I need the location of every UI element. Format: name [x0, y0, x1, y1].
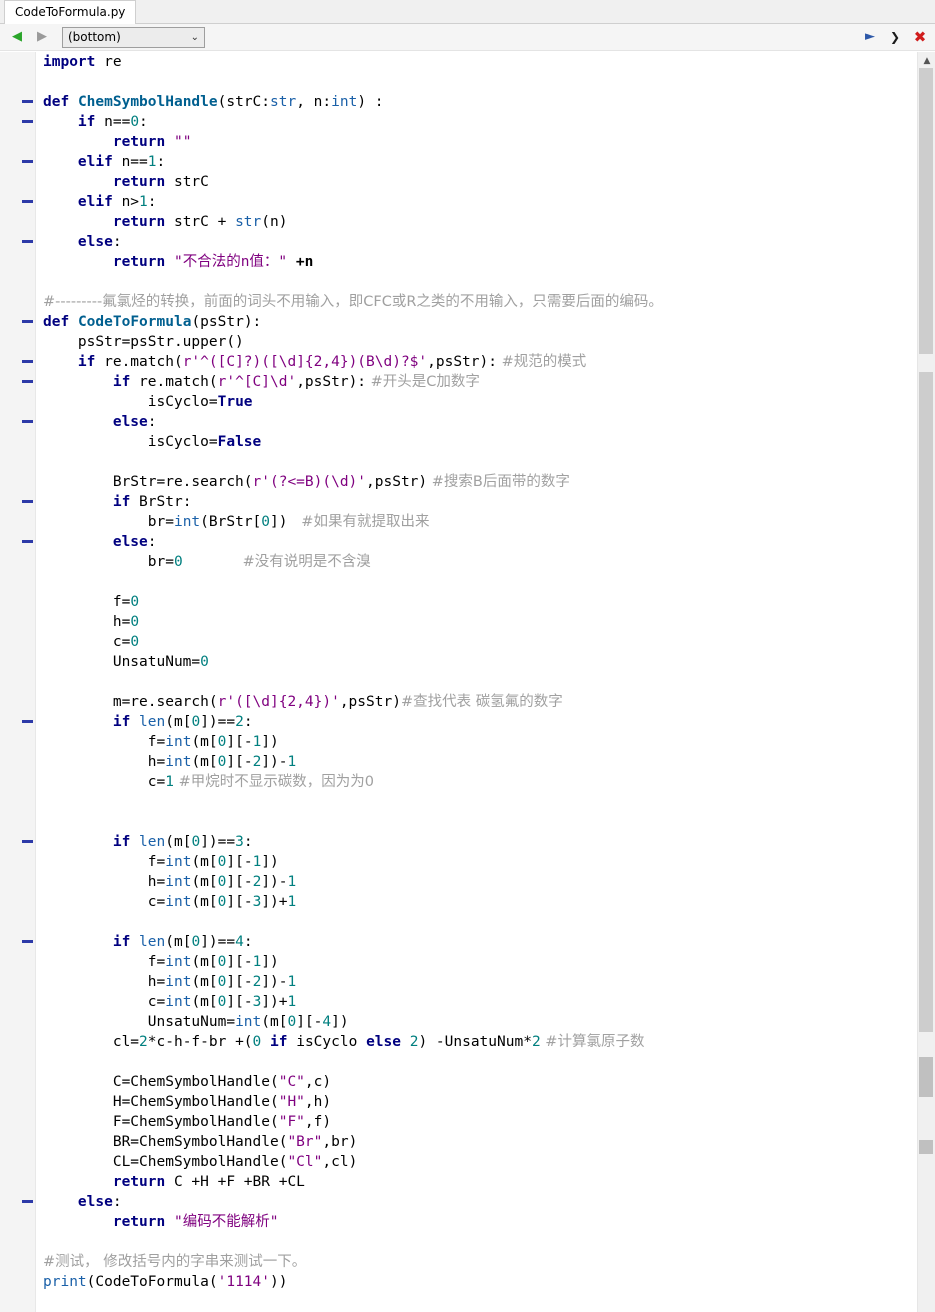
scroll-marker — [919, 1140, 933, 1154]
scroll-track-region — [919, 372, 933, 1032]
editor-toolbar: ◀ ▶ (bottom) ⌄ ► ❯ ✖ — [0, 24, 935, 51]
code-line: isCyclo=True — [147, 394, 253, 410]
code-line: if re.match(r'^[C]\d',psStr): #开头是C加数字 — [112, 374, 480, 390]
tab-bar: CodeToFormula.py — [0, 0, 935, 24]
code-line: isCyclo=False — [147, 434, 262, 450]
code-line: h=int(m[0][-2])-1 — [147, 974, 297, 990]
code-line: elif n>1: — [77, 194, 157, 210]
code-line: else: — [112, 534, 157, 550]
fold-marker[interactable] — [22, 940, 33, 943]
code-line: elif n==1: — [77, 154, 166, 170]
code-line: #---------氟氯烃的转换，前面的词头不用输入，即CFC或R之类的不用输入… — [43, 294, 663, 310]
code-line: cl=2*c-h-f-br +(0 if isCyclo else 2) -Un… — [112, 1034, 645, 1050]
scroll-marker — [919, 1057, 933, 1097]
code-line: BrStr=re.search(r'(?<=B)(\d)',psStr) #搜索… — [112, 474, 570, 490]
code-line: UnsatuNum=int(m[0][-4]) — [147, 1014, 349, 1030]
file-tab[interactable]: CodeToFormula.py — [4, 0, 137, 24]
code-line: m=re.search(r'([\d]{2,4})',psStr)#查找代表 碳… — [112, 694, 563, 710]
code-line: if BrStr: — [112, 494, 192, 510]
code-line: if len(m[0])==3: — [112, 834, 253, 850]
code-line: H=ChemSymbolHandle("H",h) — [112, 1094, 332, 1110]
code-line: if re.match(r'^([C]?)([\d]{2,4})(B\d)?$'… — [77, 354, 587, 370]
code-line: c=0 — [112, 634, 140, 650]
code-line: c=int(m[0][-3])+1 — [147, 894, 297, 910]
vertical-scrollbar[interactable]: ▲ — [917, 52, 935, 1312]
fold-marker[interactable] — [22, 1200, 33, 1203]
code-line: return "" — [112, 134, 192, 150]
code-line: f=0 — [112, 594, 140, 610]
fold-marker[interactable] — [22, 100, 33, 103]
scroll-up-icon[interactable]: ▲ — [918, 54, 935, 68]
code-line: def ChemSymbolHandle(strC:str, n:int) : — [43, 94, 384, 110]
code-line: BR=ChemSymbolHandle("Br",br) — [112, 1134, 358, 1150]
code-line: #测试， 修改括号内的字串来测试一下。 — [43, 1254, 307, 1270]
dropdown-value: (bottom) — [68, 30, 121, 44]
code-line: psStr=psStr.upper() — [77, 334, 244, 350]
fold-marker[interactable] — [22, 380, 33, 383]
code-line: return strC + str(n) — [112, 214, 288, 230]
code-line: if len(m[0])==2: — [112, 714, 253, 730]
code-line: UnsatuNum=0 — [112, 654, 209, 670]
location-dropdown[interactable]: (bottom) ⌄ — [62, 27, 205, 48]
fold-marker[interactable] — [22, 360, 33, 363]
back-arrow-icon[interactable]: ◀ — [8, 28, 26, 46]
collapse-icon[interactable]: ❯ — [886, 28, 904, 46]
fold-marker[interactable] — [22, 200, 33, 203]
code-editor[interactable]: import re def ChemSymbolHandle(strC:str,… — [0, 52, 917, 1312]
fold-marker[interactable] — [22, 420, 33, 423]
code-line: c=int(m[0][-3])+1 — [147, 994, 297, 1010]
fold-marker[interactable] — [22, 320, 33, 323]
chevron-down-icon: ⌄ — [190, 32, 199, 43]
code-line: def CodeToFormula(psStr): — [43, 314, 262, 330]
code-line: return "不合法的n值：" +n — [112, 254, 314, 270]
code-line: F=ChemSymbolHandle("F",f) — [112, 1114, 332, 1130]
close-icon[interactable]: ✖ — [911, 28, 929, 46]
code-line: h=int(m[0][-2])-1 — [147, 754, 297, 770]
code-line: h=0 — [112, 614, 140, 630]
fold-marker[interactable] — [22, 540, 33, 543]
code-line: c=1 #甲烷时不显示碳数，因为为0 — [147, 774, 374, 790]
code-line: br=0 #没有说明是不含溴 — [147, 554, 371, 570]
code-line: f=int(m[0][-1]) — [147, 734, 279, 750]
code-line: import re — [43, 54, 122, 70]
fold-marker[interactable] — [22, 160, 33, 163]
code-line: CL=ChemSymbolHandle("Cl",cl) — [112, 1154, 358, 1170]
code-line: return "编码不能解析" — [112, 1214, 279, 1230]
forward-arrow-icon[interactable]: ▶ — [33, 28, 51, 46]
code-line: else: — [112, 414, 157, 430]
fold-gutter — [0, 52, 36, 1312]
code-line: print(CodeToFormula('1114')) — [43, 1274, 288, 1290]
fold-marker[interactable] — [22, 840, 33, 843]
fold-marker[interactable] — [22, 120, 33, 123]
fold-marker[interactable] — [22, 500, 33, 503]
code-line: f=int(m[0][-1]) — [147, 854, 279, 870]
code-line: C=ChemSymbolHandle("C",c) — [112, 1074, 332, 1090]
pin-icon[interactable]: ► — [861, 28, 879, 46]
code-line: return strC — [112, 174, 209, 190]
code-line: if len(m[0])==4: — [112, 934, 253, 950]
code-line: f=int(m[0][-1]) — [147, 954, 279, 970]
code-line: else: — [77, 234, 122, 250]
scroll-thumb[interactable] — [919, 68, 933, 354]
code-line: else: — [77, 1194, 122, 1210]
code-line: if n==0: — [77, 114, 148, 130]
code-line: h=int(m[0][-2])-1 — [147, 874, 297, 890]
code-line: return C +H +F +BR +CL — [112, 1174, 305, 1190]
fold-marker[interactable] — [22, 720, 33, 723]
fold-marker[interactable] — [22, 240, 33, 243]
code-line: br=int(BrStr[0]) #如果有就提取出来 — [147, 514, 430, 530]
